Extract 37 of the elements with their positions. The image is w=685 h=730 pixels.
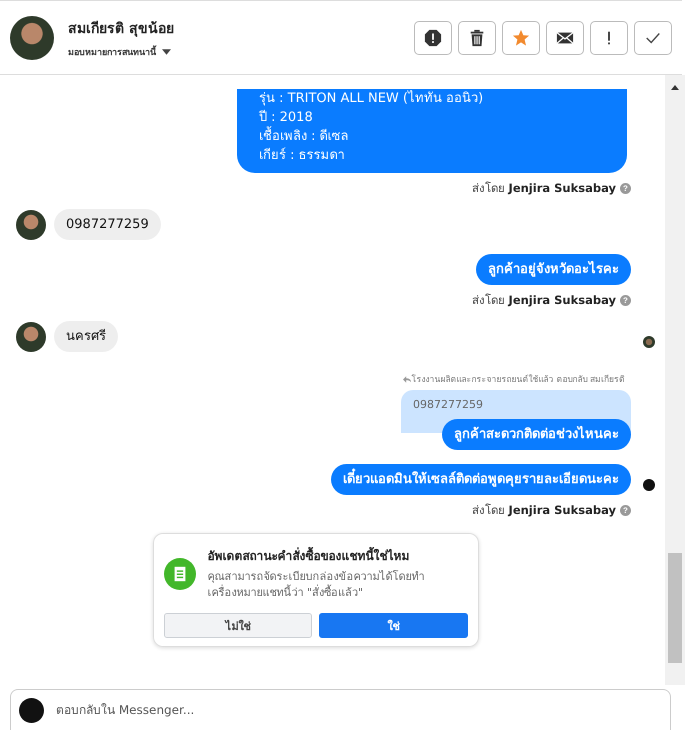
- card-text: คุณสามารถจัดระเบียบกล่องข้อความได้โดยทำเครื่องหมายแชทนี้ว่า "สั่งซื้อแล้ว": [208, 569, 426, 601]
- reply-arrow-icon: [402, 376, 411, 382]
- reply-field[interactable]: ตอบกลับใน Messenger...: [10, 689, 671, 730]
- trash-icon[interactable]: [468, 28, 486, 46]
- stop-sign-icon[interactable]: [424, 28, 442, 46]
- decline-button[interactable]: ไม่ใช่: [164, 613, 312, 638]
- message-bubble: 0987277259: [54, 209, 161, 240]
- star-icon[interactable]: [512, 28, 530, 46]
- toolbar-button[interactable]: [546, 20, 584, 54]
- message-bubble: เดี๋ยวแอดมินให้เซลล์ติดต่อพูดคุยรายละเอียดนะคะ: [331, 464, 631, 495]
- contact-name: สมเกียรติ สุขน้อย: [68, 20, 175, 38]
- sent-by-label: ส่งโดย Jenjira Suksabay: [472, 292, 616, 309]
- scrollbar[interactable]: [665, 75, 685, 685]
- sent-by-label: ส่งโดย Jenjira Suksabay: [472, 502, 616, 519]
- sent-by-label: ส่งโดย Jenjira Suksabay: [472, 180, 616, 197]
- page-avatar: [19, 698, 44, 722]
- message-bubble: ลูกค้าสะดวกติดต่อช่วงไหนคะ: [442, 419, 631, 450]
- avatar: [16, 210, 46, 240]
- receipt-icon: [164, 558, 196, 590]
- card-title: อัพเดตสถานะคำสั่งซื้อของแชทนี้ใช่ไหม: [208, 546, 468, 565]
- scroll-up-icon[interactable]: [671, 85, 679, 90]
- assign-label[interactable]: มอบหมายการสนทนานี้: [68, 44, 156, 58]
- confirm-button[interactable]: ใช่: [319, 613, 468, 638]
- toolbar-button[interactable]: [458, 20, 496, 54]
- help-icon[interactable]: ?: [620, 182, 631, 194]
- help-icon[interactable]: ?: [620, 294, 631, 306]
- scrollbar-thumb[interactable]: [668, 553, 682, 663]
- caret-icon[interactable]: [162, 48, 171, 54]
- toolbar-button[interactable]: [414, 20, 452, 54]
- avatar: [16, 322, 46, 352]
- avatar: [10, 16, 54, 60]
- message-bubble: นครศรี: [54, 321, 118, 352]
- message-bubble: ลูกค้าอยู่จังหวัดอะไรคะ: [476, 254, 631, 285]
- help-icon[interactable]: ?: [620, 504, 631, 516]
- reply-note: โรงงานผลิตและกระจายรถยนต์ใช้แล้ว ตอบกลับ สมเกียรติ: [412, 373, 625, 386]
- message-bubble: รุ่น : TRITON ALL NEW (ไททัน ออนิว) ปี : 2018 เชื้อเพลิง : ดีเซล เกียร์ : ธรรมดา: [237, 89, 627, 173]
- reply-input[interactable]: ตอบกลับใน Messenger...: [54, 702, 662, 718]
